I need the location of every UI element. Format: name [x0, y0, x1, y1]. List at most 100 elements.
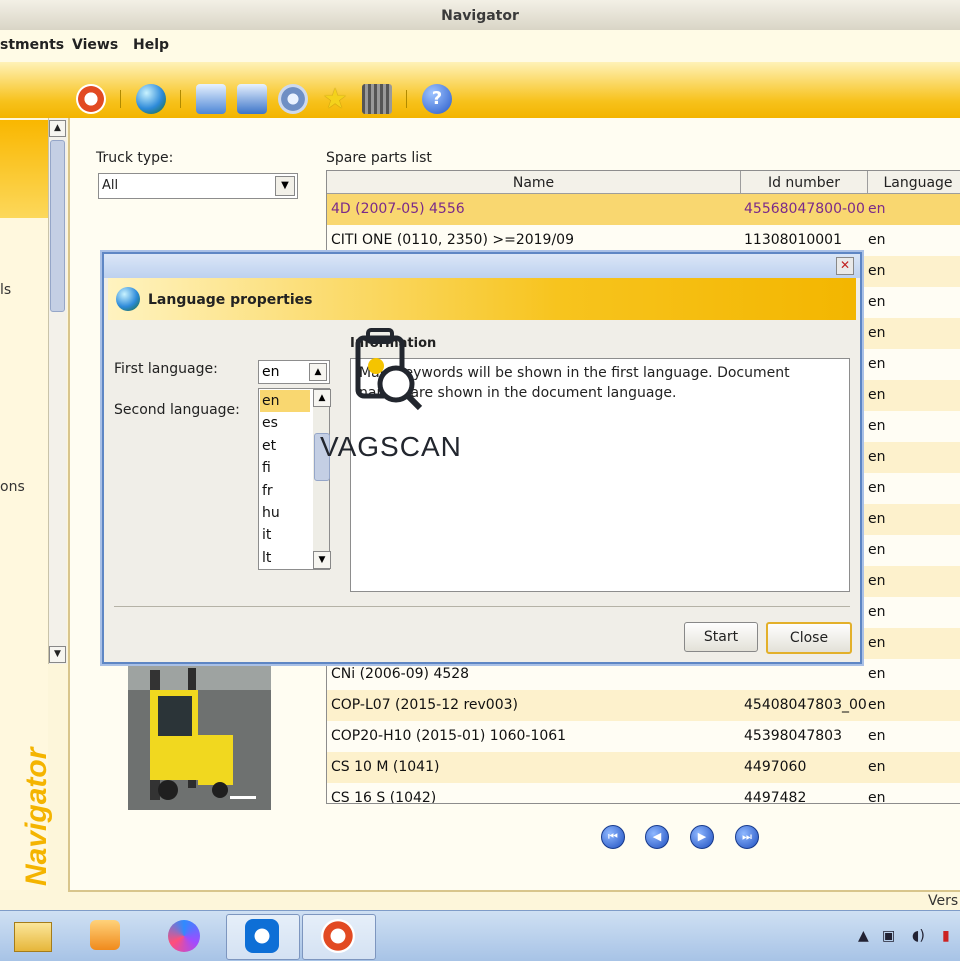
table-row[interactable]: CS 16 S (1042) 4497482 en — [327, 783, 960, 804]
list-scroll-down-arrow[interactable]: ▼ — [313, 551, 331, 569]
watermark-logo: VAGSCAN — [320, 431, 461, 462]
window-title: Navigator — [441, 8, 519, 24]
close-icon[interactable]: ✕ — [836, 257, 854, 275]
column-header-name[interactable]: Name — [327, 171, 741, 194]
table-cell-name: COP20-H10 (2015-01) 1060-1061 — [331, 728, 567, 744]
truck-type-value: All — [102, 178, 119, 193]
table-cell-lang: en — [868, 790, 886, 804]
menu-help[interactable]: Help — [133, 37, 169, 53]
menu-adjustments[interactable]: stments — [0, 37, 64, 53]
teamviewer-icon[interactable] — [226, 914, 300, 960]
dialog-title-bar[interactable]: ✕ — [104, 254, 860, 278]
app-icon[interactable] — [150, 914, 222, 958]
tray-expand-icon[interactable]: ▲ — [858, 928, 869, 944]
toolbar-separator — [120, 90, 121, 108]
first-language-label: First language: — [114, 361, 218, 377]
network-icon[interactable]: ▮ — [942, 928, 950, 944]
second-language-label: Second language: — [114, 402, 240, 418]
table-cell-lang: en — [868, 511, 886, 527]
menu-bar: stments Views Help — [0, 30, 960, 62]
table-cell-name: CS 10 M (1041) — [331, 759, 440, 775]
taskbar — [0, 910, 960, 961]
table-cell-name: CNi (2006-09) 4528 — [331, 666, 470, 682]
film-icon[interactable] — [362, 84, 392, 114]
file-explorer-icon[interactable] — [2, 914, 74, 958]
table-row[interactable]: COP20-H10 (2015-01) 1060-1061 45398047803… — [327, 721, 960, 752]
settings-gear-icon[interactable] — [278, 84, 308, 114]
table-cell-lang: en — [868, 635, 886, 651]
table-cell-lang: en — [868, 294, 886, 310]
table-cell-lang: en — [868, 387, 886, 403]
language-option[interactable]: et — [260, 435, 310, 457]
dialog-divider — [114, 606, 850, 607]
navigator-brand-logo: Navigator — [20, 745, 52, 886]
table-cell-id: 11308010001 — [744, 232, 842, 248]
lifebuoy-icon[interactable] — [76, 84, 106, 114]
spare-parts-label: Spare parts list — [326, 150, 432, 166]
scrollbar-thumb[interactable] — [50, 140, 65, 312]
chevron-down-icon[interactable]: ▼ — [275, 176, 295, 196]
navigator-app-icon[interactable] — [302, 914, 376, 960]
catalog-icon[interactable] — [196, 84, 226, 114]
table-row[interactable]: 4D (2007-05) 4556 45568047800-00 en — [327, 194, 960, 225]
table-cell-id: 45568047800-00 — [744, 201, 865, 217]
table-cell-lang: en — [868, 573, 886, 589]
table-cell-lang: en — [868, 666, 886, 682]
second-language-list[interactable]: en es et fi fr hu it lt ▲ ▼ — [258, 388, 331, 570]
sidebar-item-label[interactable]: ons — [0, 479, 25, 495]
first-page-icon[interactable]: ⏮ — [601, 825, 625, 849]
language-option[interactable]: hu — [260, 502, 310, 524]
table-cell-lang: en — [868, 697, 886, 713]
truck-type-select[interactable]: All ▼ — [98, 173, 298, 199]
last-page-icon[interactable]: ⏭ — [735, 825, 759, 849]
toolbar-separator — [406, 90, 407, 108]
watermark-magnifier-icon — [355, 328, 423, 411]
scroll-down-arrow[interactable]: ▼ — [49, 646, 66, 663]
close-button[interactable]: Close — [766, 622, 852, 654]
window-title-bar[interactable]: Navigator — [0, 0, 960, 31]
table-cell-lang: en — [868, 480, 886, 496]
table-cell-id: 45408047803_00 — [744, 697, 867, 713]
table-cell-lang: en — [868, 201, 886, 217]
language-option[interactable]: en — [260, 390, 310, 412]
first-language-select[interactable]: en ▲ — [258, 360, 330, 384]
start-button[interactable]: Start — [684, 622, 758, 652]
volume-icon[interactable]: ◖) — [912, 928, 925, 944]
help-icon[interactable]: ? — [422, 84, 452, 114]
version-text: Vers — [928, 893, 959, 909]
tray-device-icon[interactable]: ▣ — [882, 928, 895, 944]
search-catalog-icon[interactable] — [237, 84, 267, 114]
language-option[interactable]: it — [260, 524, 310, 546]
globe-icon[interactable] — [136, 84, 166, 114]
media-player-icon[interactable] — [72, 914, 144, 958]
favorites-star-icon[interactable]: ★ — [320, 84, 350, 114]
sidebar-active-item[interactable] — [0, 120, 48, 218]
information-text: Main keywords will be shown in the first… — [359, 365, 790, 401]
language-option[interactable]: es — [260, 412, 310, 434]
column-header-language[interactable]: Language — [868, 171, 960, 194]
table-row[interactable]: CS 10 M (1041) 4497060 en — [327, 752, 960, 783]
table-cell-id: 4497482 — [744, 790, 807, 804]
menu-views[interactable]: Views — [72, 37, 118, 53]
table-cell-lang: en — [868, 449, 886, 465]
list-scroll-up-arrow[interactable]: ▲ — [313, 389, 331, 407]
language-option[interactable]: fi — [260, 457, 310, 479]
sidebar-item-label[interactable]: ls — [0, 282, 11, 298]
prev-page-icon[interactable]: ◀ — [645, 825, 669, 849]
table-cell-lang: en — [868, 759, 886, 775]
language-option[interactable]: fr — [260, 480, 310, 502]
toolbar-separator — [180, 90, 181, 108]
table-cell-lang: en — [868, 728, 886, 744]
next-page-icon[interactable]: ▶ — [690, 825, 714, 849]
language-option[interactable]: lt — [260, 547, 310, 569]
table-row[interactable]: COP-L07 (2015-12 rev003) 45408047803_00 en — [327, 690, 960, 721]
language-properties-dialog: ✕ Language properties First language: en… — [102, 252, 862, 664]
globe-icon — [116, 287, 140, 311]
table-cell-lang: en — [868, 263, 886, 279]
scroll-up-arrow[interactable]: ▲ — [49, 120, 66, 137]
dialog-title: Language properties — [148, 292, 313, 308]
column-header-id[interactable]: Id number — [741, 171, 868, 194]
table-cell-name: 4D (2007-05) 4556 — [331, 201, 465, 217]
chevron-up-icon[interactable]: ▲ — [309, 363, 327, 381]
table-cell-lang: en — [868, 232, 886, 248]
